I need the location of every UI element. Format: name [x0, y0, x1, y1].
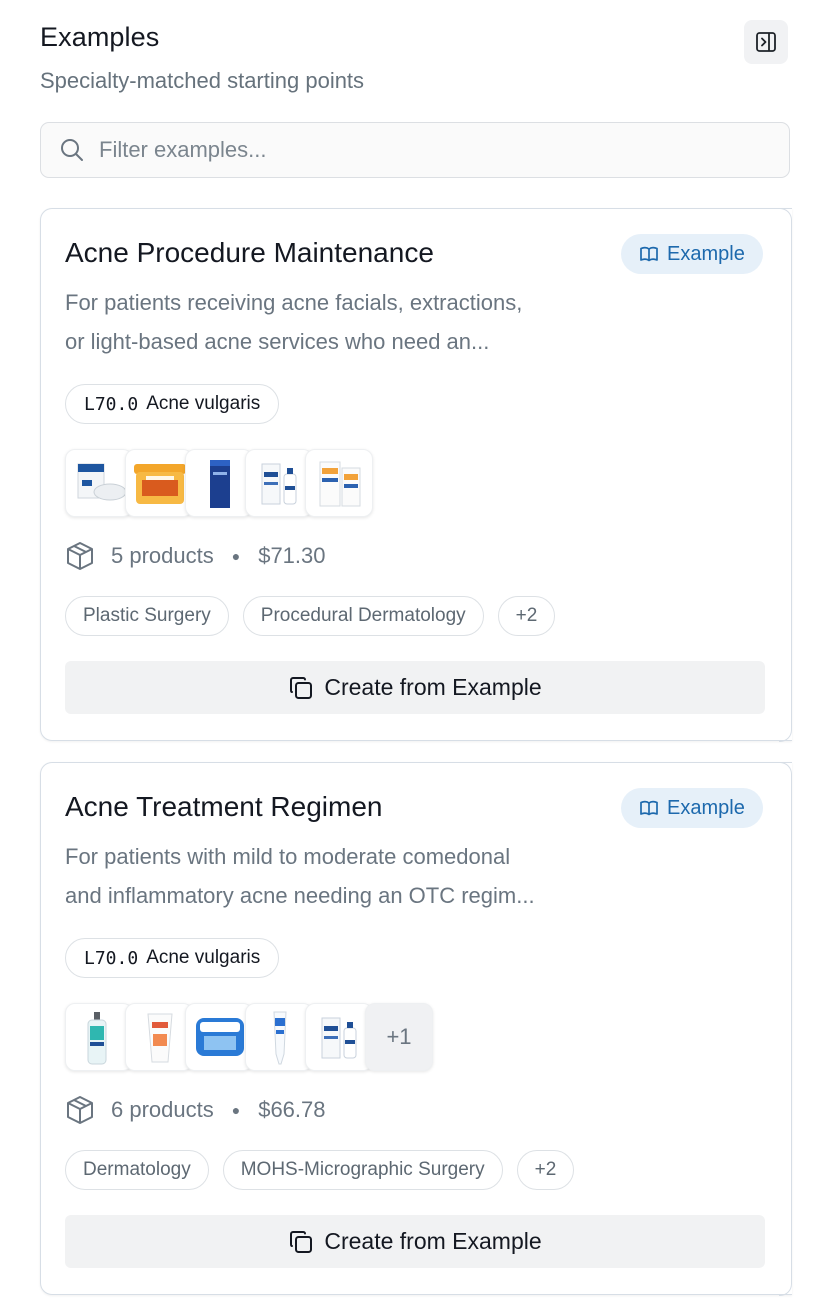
product-summary: 6 products ● $66.78: [65, 1093, 326, 1127]
diagnosis-name: Acne vulgaris: [146, 947, 261, 968]
panel-header: Examples Specialty-matched starting poin…: [40, 20, 788, 120]
example-badge-label: Example: [667, 242, 745, 265]
example-card[interactable]: Acne Procedure Maintenance Example For p…: [40, 207, 792, 742]
product-thumbnail[interactable]: [245, 449, 313, 517]
product-thumbnail[interactable]: [125, 1003, 193, 1071]
specialty-tag: MOHS-Micrographic Surgery: [222, 1150, 503, 1190]
diagnosis-name: Acne vulgaris: [146, 393, 261, 414]
card-description-line: For patients receiving acne facials, ext…: [65, 290, 523, 315]
card-title: Acne Procedure Maintenance: [65, 237, 434, 268]
product-thumbnails: +1: [65, 1003, 433, 1071]
diagnosis-chip: L70.0 Acne vulgaris: [65, 384, 280, 424]
filter-examples-input[interactable]: [99, 137, 739, 163]
diagnosis-chip: L70.0 Acne vulgaris: [65, 938, 280, 978]
product-count: 6 products: [111, 1097, 214, 1122]
filter-search-box[interactable]: [40, 122, 790, 178]
more-tags-badge[interactable]: +2: [497, 596, 556, 636]
create-from-example-button[interactable]: Create from Example: [65, 661, 765, 714]
panel-subtitle: Specialty-matched starting points: [40, 68, 365, 93]
diagnosis-code: L70.0: [84, 393, 139, 415]
create-button-label: Create from Example: [324, 674, 542, 700]
panel-title: Examples: [40, 22, 160, 52]
create-from-example-button[interactable]: Create from Example: [65, 1215, 765, 1268]
specialty-tags: Plastic Surgery Procedural Dermatology +…: [65, 596, 556, 636]
more-tags-badge[interactable]: +2: [516, 1150, 575, 1190]
specialty-tags: Dermatology MOHS-Micrographic Surgery +2: [65, 1150, 575, 1190]
panel-collapse-icon: [756, 32, 776, 52]
card-description-line: and inflammatory acne needing an OTC reg…: [65, 883, 535, 908]
product-thumbnails: [65, 449, 373, 517]
separator-dot: ●: [231, 548, 241, 564]
example-badge-label: Example: [667, 796, 745, 819]
copy-icon: [290, 1230, 313, 1253]
example-badge: Example: [621, 234, 763, 274]
product-thumbnail[interactable]: [305, 449, 373, 517]
package-icon: [67, 1096, 93, 1124]
card-description: For patients receiving acne facials, ext…: [65, 283, 625, 361]
copy-icon: [290, 676, 313, 699]
example-badge: Example: [621, 788, 763, 828]
product-thumbnail[interactable]: [245, 1003, 313, 1071]
specialty-tag: Dermatology: [65, 1150, 209, 1190]
package-icon: [67, 542, 93, 570]
card-description-line: or light-based acne services who need an…: [65, 329, 490, 354]
total-price: $71.30: [258, 543, 326, 568]
example-card[interactable]: Acne Treatment Regimen Example For patie…: [40, 761, 792, 1296]
product-thumbnail[interactable]: [65, 449, 133, 517]
book-open-icon: [640, 246, 658, 262]
product-thumbnail[interactable]: [185, 449, 253, 517]
total-price: $66.78: [258, 1097, 326, 1122]
product-count: 5 products: [111, 543, 214, 568]
collapse-panel-button[interactable]: [744, 20, 788, 64]
card-description: For patients with mild to moderate comed…: [65, 837, 625, 915]
more-products-badge[interactable]: +1: [365, 1003, 433, 1071]
product-thumbnail[interactable]: [305, 1003, 373, 1071]
specialty-tag: Plastic Surgery: [65, 596, 229, 636]
product-summary: 5 products ● $71.30: [65, 539, 326, 573]
product-thumbnail[interactable]: [65, 1003, 133, 1071]
product-thumbnail[interactable]: [125, 449, 193, 517]
card-title: Acne Treatment Regimen: [65, 791, 383, 822]
search-icon: [61, 139, 83, 161]
diagnosis-code: L70.0: [84, 947, 139, 969]
product-thumbnail[interactable]: [185, 1003, 253, 1071]
specialty-tag: Procedural Dermatology: [242, 596, 484, 636]
create-button-label: Create from Example: [324, 1228, 542, 1254]
book-open-icon: [640, 800, 658, 816]
separator-dot: ●: [231, 1102, 241, 1118]
card-description-line: For patients with mild to moderate comed…: [65, 844, 511, 869]
